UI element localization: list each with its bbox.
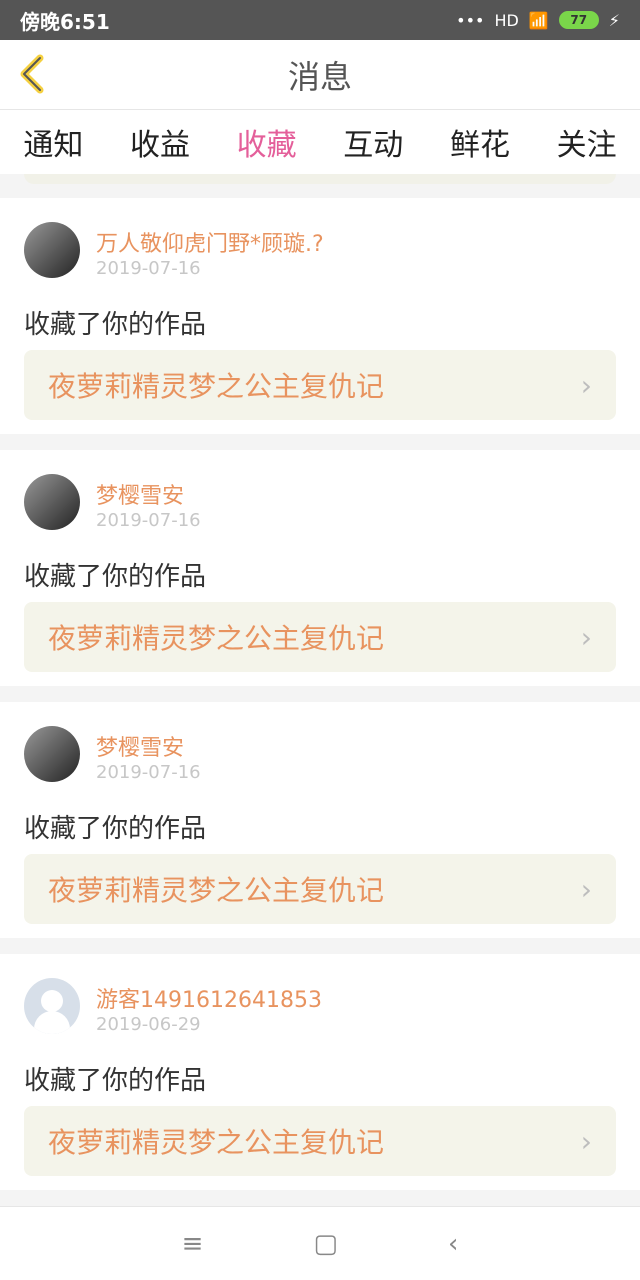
wifi-icon: 📶 xyxy=(528,10,549,30)
item-date: 2019-07-16 xyxy=(96,510,201,531)
avatar[interactable] xyxy=(24,978,80,1034)
item-date: 2019-07-16 xyxy=(96,762,201,783)
back-button[interactable] xyxy=(14,54,54,94)
tab-favorites[interactable]: 收藏 xyxy=(237,120,297,164)
tab-earnings[interactable]: 收益 xyxy=(130,120,190,164)
item-date: 2019-07-16 xyxy=(96,258,201,279)
signal-label: HD xyxy=(494,10,519,30)
message-list: 万人敬仰虎门野*顾璇.? 2019-07-16 收藏了你的作品 夜萝莉精灵梦之公… xyxy=(0,198,640,1206)
header: 消息 xyxy=(0,40,640,110)
tab-interact[interactable]: 互动 xyxy=(343,120,403,164)
avatar[interactable] xyxy=(24,222,80,278)
work-link[interactable]: 夜萝莉精灵梦之公主复仇记 › xyxy=(24,1106,616,1176)
user-name[interactable]: 梦樱雪安 xyxy=(96,730,184,762)
back-icon[interactable]: ‹ xyxy=(448,1229,458,1259)
tab-follow[interactable]: 关注 xyxy=(557,120,617,164)
menu-icon[interactable]: ≡ xyxy=(182,1229,204,1259)
tab-bar: 通知 收益 收藏 互动 鲜花 关注 xyxy=(0,110,640,174)
battery-icon: 77 xyxy=(558,11,599,29)
work-title: 夜萝莉精灵梦之公主复仇记 xyxy=(48,622,385,655)
user-name[interactable]: 游客1491612641853 xyxy=(96,982,322,1014)
user-name[interactable]: 万人敬仰虎门野*顾璇.? xyxy=(96,226,324,258)
chevron-right-icon: › xyxy=(580,368,592,402)
list-item: 万人敬仰虎门野*顾璇.? 2019-07-16 收藏了你的作品 夜萝莉精灵梦之公… xyxy=(0,198,640,434)
charging-icon: ⚡ xyxy=(608,10,620,30)
item-action: 收藏了你的作品 xyxy=(24,1066,207,1096)
chevron-right-icon: › xyxy=(580,872,592,906)
page-title: 消息 xyxy=(287,58,352,96)
status-icons: ••• HD 📶 77 ⚡ xyxy=(456,11,620,30)
work-link[interactable]: 夜萝莉精灵梦之公主复仇记 › xyxy=(24,602,616,672)
tab-flowers[interactable]: 鲜花 xyxy=(450,120,510,164)
home-icon[interactable]: ▢ xyxy=(313,1229,338,1259)
work-link[interactable]: 夜萝莉精灵梦之公主复仇记 › xyxy=(24,854,616,924)
avatar[interactable] xyxy=(24,474,80,530)
status-bar: 傍晚6:51 ••• HD 📶 77 ⚡ xyxy=(0,0,640,40)
work-title: 夜萝莉精灵梦之公主复仇记 xyxy=(48,370,385,403)
item-action: 收藏了你的作品 xyxy=(24,814,207,844)
list-item: 游客1491612641853 2019-06-29 收藏了你的作品 夜萝莉精灵… xyxy=(0,954,640,1190)
tab-notify[interactable]: 通知 xyxy=(23,120,83,164)
chevron-right-icon: › xyxy=(580,620,592,654)
work-title: 夜萝莉精灵梦之公主复仇记 xyxy=(48,1126,385,1159)
previous-card-edge xyxy=(24,174,616,184)
chevron-left-icon xyxy=(20,54,44,94)
work-title: 夜萝莉精灵梦之公主复仇记 xyxy=(48,874,385,907)
list-item: 梦樱雪安 2019-07-16 收藏了你的作品 夜萝莉精灵梦之公主复仇记 › xyxy=(0,450,640,686)
list-item: 梦樱雪安 2019-07-16 收藏了你的作品 夜萝莉精灵梦之公主复仇记 › xyxy=(0,702,640,938)
user-name[interactable]: 梦樱雪安 xyxy=(96,478,184,510)
item-action: 收藏了你的作品 xyxy=(24,562,207,592)
item-action: 收藏了你的作品 xyxy=(24,310,207,340)
status-time: 傍晚6:51 xyxy=(20,9,110,34)
more-icon: ••• xyxy=(456,10,485,30)
battery-level: 77 xyxy=(570,13,588,27)
work-link[interactable]: 夜萝莉精灵梦之公主复仇记 › xyxy=(24,350,616,420)
chevron-right-icon: › xyxy=(580,1124,592,1158)
system-nav-bar: ≡ ▢ ‹ xyxy=(0,1206,640,1280)
avatar[interactable] xyxy=(24,726,80,782)
item-date: 2019-06-29 xyxy=(96,1014,201,1035)
